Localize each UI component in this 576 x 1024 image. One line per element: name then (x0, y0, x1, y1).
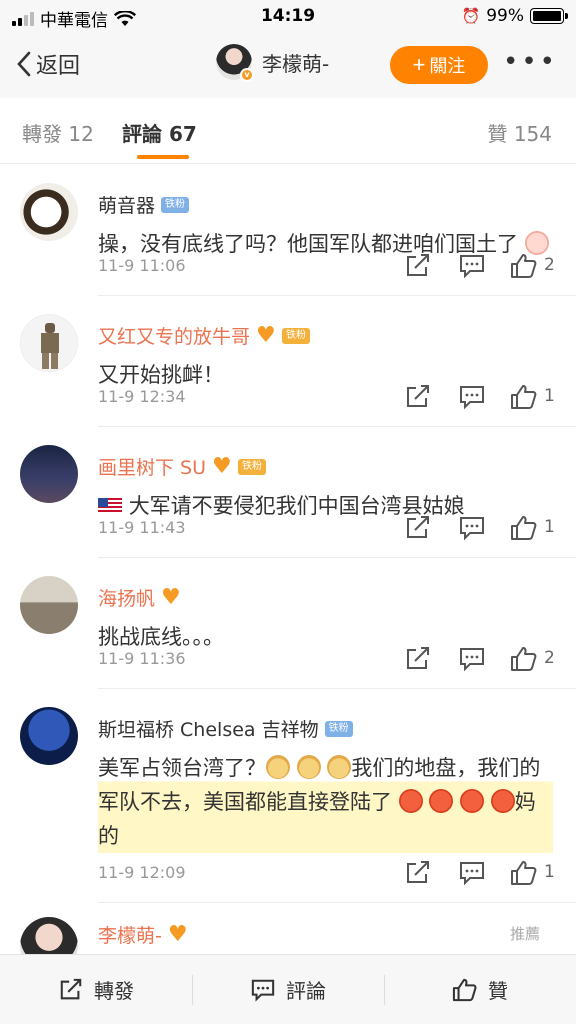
share-icon[interactable] (404, 646, 432, 672)
battery-percent: 99% (486, 6, 524, 26)
share-icon[interactable] (404, 860, 432, 886)
commenter-name[interactable]: 萌音器 (98, 191, 155, 218)
author-info[interactable]: v 李檬萌- (216, 44, 330, 82)
share-icon[interactable] (404, 384, 432, 410)
reply-icon[interactable] (458, 253, 486, 279)
thumbs-up-icon[interactable] (510, 253, 538, 279)
thumbs-up-icon[interactable] (510, 515, 538, 541)
commenter-name[interactable]: 斯坦福桥 Chelsea 吉祥物 (98, 715, 319, 742)
doge-emoji-icon (296, 755, 321, 779)
like-button[interactable]: 贊 (384, 955, 576, 1024)
share-icon[interactable] (404, 515, 432, 541)
list-item[interactable]: 海扬帆 挑战底线。。。 11-9 11:36 2 (20, 558, 576, 689)
list-item[interactable]: 李檬萌- 推薦 (20, 903, 576, 955)
detail-tabs: 轉發 12 評論 67 贊 154 (0, 98, 576, 164)
comment-icon (251, 979, 275, 1002)
reply-icon[interactable] (458, 515, 486, 541)
like-count: 1 (544, 862, 555, 882)
fan-badge: 铁粉 (324, 720, 353, 737)
more-options-icon[interactable]: ••• (503, 49, 558, 75)
list-item[interactable]: 萌音器 铁粉 操，没有底线了吗？他国军队都进咱们国土了 11-9 11:06 2 (20, 165, 576, 296)
author-name: 李檬萌- (262, 51, 330, 76)
avatar[interactable] (20, 183, 78, 241)
chevron-left-icon (17, 51, 31, 77)
avatar[interactable] (20, 445, 78, 503)
comment-time: 11-9 11:36 (98, 649, 186, 668)
comment-text: 美军占领台湾了？ 我们的地盘，我们的军队不去，美国都能直接登陆了 妈的 (98, 751, 553, 853)
list-item[interactable]: 又红又专的放牛哥 铁粉 又开始挑衅！ 11-9 12:34 1 (20, 296, 576, 427)
share-icon[interactable] (404, 253, 432, 279)
commenter-name[interactable]: 李檬萌- (98, 921, 162, 948)
back-button[interactable]: 返回 (16, 48, 80, 80)
vip-heart-icon (168, 922, 188, 947)
alarm-icon: ⏰ (461, 7, 481, 25)
emoji-icon (524, 231, 549, 255)
vip-heart-icon (161, 585, 181, 610)
battery-icon (530, 8, 568, 24)
angry-emoji-icon (460, 789, 485, 813)
commenter-name[interactable]: 又红又专的放牛哥 (98, 322, 250, 349)
reply-icon[interactable] (458, 646, 486, 672)
repost-button[interactable]: 轉發 (0, 955, 192, 1024)
tab-reposts[interactable]: 轉發 12 (22, 118, 94, 147)
follow-button[interactable]: + 關注 (390, 46, 488, 84)
like-count: 2 (544, 648, 555, 668)
thumbs-up-icon[interactable] (510, 384, 538, 410)
like-count: 1 (544, 386, 555, 406)
tab-likes[interactable]: 贊 154 (487, 118, 552, 147)
avatar[interactable] (20, 314, 78, 372)
like-label: 贊 (488, 979, 508, 1003)
repost-label: 轉發 (94, 979, 134, 1003)
thumbs-up-icon[interactable] (510, 860, 538, 886)
fan-badge: 铁粉 (282, 327, 311, 344)
tab-comments[interactable]: 評論 67 (122, 118, 197, 147)
like-count: 2 (544, 255, 555, 275)
avatar[interactable] (20, 707, 78, 765)
share-icon (60, 978, 82, 999)
comment-list[interactable]: 萌音器 铁粉 操，没有底线了吗？他国军队都进咱们国土了 11-9 11:06 2… (0, 165, 576, 955)
plus-icon: + (412, 52, 426, 77)
reply-icon[interactable] (458, 860, 486, 886)
comment-label: 評論 (286, 979, 326, 1003)
angry-emoji-icon (490, 789, 515, 813)
commenter-name[interactable]: 画里树下 SU (98, 453, 206, 480)
bottom-action-bar: 轉發 評論 贊 (0, 954, 576, 1024)
vip-heart-icon (212, 454, 232, 479)
comment-time: 11-9 11:43 (98, 518, 186, 537)
list-item[interactable]: 画里树下 SU 铁粉 大军请不要侵犯我们中国台湾县姑娘 11-9 11:43 1 (20, 427, 576, 558)
commenter-name[interactable]: 海扬帆 (98, 584, 155, 611)
status-bar: 中華電信 14:19 ⏰ 99% (0, 0, 576, 34)
comment-time: 11-9 11:06 (98, 256, 186, 275)
angry-emoji-icon (429, 789, 454, 813)
doge-emoji-icon (266, 755, 290, 779)
avatar[interactable] (20, 576, 78, 634)
like-count: 1 (544, 517, 555, 537)
thumbs-up-icon (452, 978, 477, 1001)
comment-button[interactable]: 評論 (192, 955, 384, 1024)
verified-icon: v (240, 68, 254, 82)
fan-badge: 铁粉 (238, 458, 267, 475)
doge-emoji-icon (327, 755, 352, 779)
back-label: 返回 (36, 54, 81, 79)
reply-icon[interactable] (458, 384, 486, 410)
angry-emoji-icon (398, 789, 423, 813)
thumbs-up-icon[interactable] (510, 646, 538, 672)
follow-label: 關注 (429, 56, 466, 76)
vip-heart-icon (256, 323, 276, 348)
active-tab-indicator (137, 155, 189, 159)
avatar[interactable] (20, 917, 78, 955)
nav-header: 返回 v 李檬萌- + 關注 ••• (0, 34, 576, 98)
comment-time: 11-9 12:34 (98, 387, 186, 406)
us-flag-icon (98, 498, 122, 514)
pinned-label: 推薦 (509, 925, 540, 943)
fan-badge: 铁粉 (161, 196, 190, 213)
list-item[interactable]: 斯坦福桥 Chelsea 吉祥物 铁粉 美军占领台湾了？ 我们的地盘，我们的军队… (20, 689, 576, 903)
comment-time: 11-9 12:09 (98, 863, 186, 882)
avatar: v (216, 44, 254, 82)
